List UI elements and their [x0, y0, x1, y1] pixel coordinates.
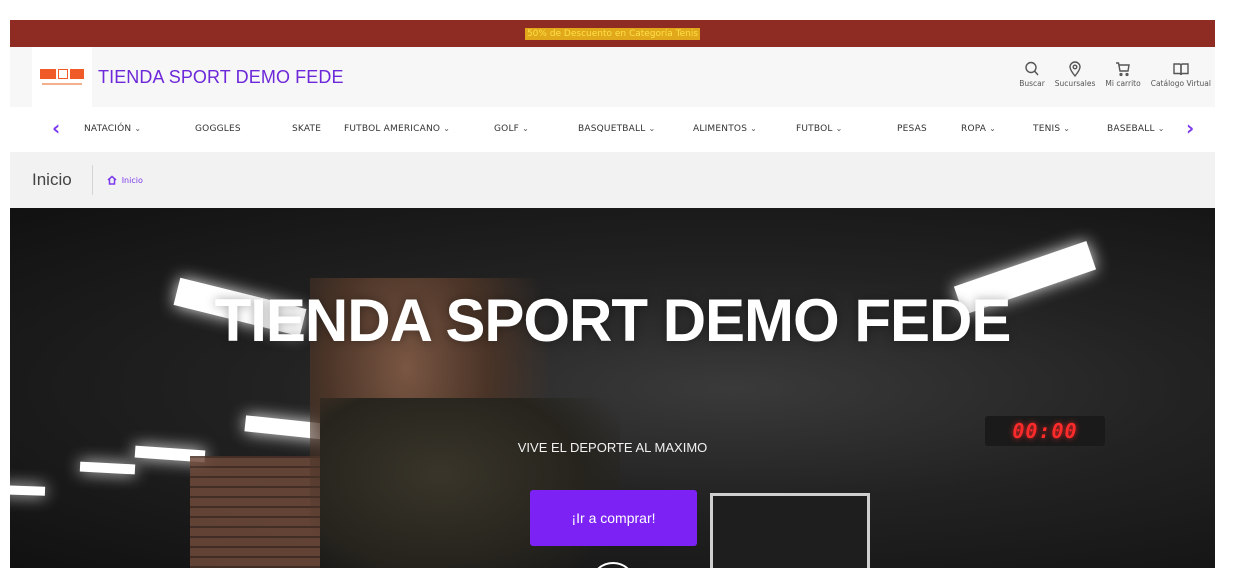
- nav-item-skate[interactable]: SKATE: [292, 124, 321, 134]
- location-pin-icon: [1069, 61, 1081, 78]
- nav-item-golf[interactable]: GOLF ⌄: [494, 124, 529, 134]
- shop-now-button[interactable]: ¡Ir a comprar!: [530, 490, 697, 546]
- nav-item-tenis[interactable]: TENIS ⌄: [1033, 124, 1070, 134]
- nav-item-futbol[interactable]: FUTBOL ⌄: [796, 124, 842, 134]
- category-nav: ‹ NATACIÓN ⌄ GOGGLES SKATE FUTBOL AMERICA…: [10, 107, 1215, 152]
- catalog-label: Catálogo Virtual: [1150, 79, 1211, 88]
- logo-mark: [40, 69, 84, 79]
- site-wrapper: 50% de Descuento en Categoría Tenis TIEN…: [10, 20, 1215, 568]
- brand-name[interactable]: TIENDA SPORT DEMO FEDE: [98, 67, 344, 88]
- promo-text[interactable]: 50% de Descuento en Categoría Tenis: [524, 27, 701, 40]
- branches-label: Sucursales: [1054, 79, 1096, 88]
- catalog-button[interactable]: Catálogo Virtual: [1151, 60, 1211, 88]
- nav-prev-chevron-icon[interactable]: ‹: [52, 118, 72, 140]
- nav-item-ropa[interactable]: ROPA ⌄: [961, 124, 996, 134]
- cart-icon: [1116, 62, 1130, 77]
- nav-item-basquetball[interactable]: BASQUETBALL ⌄: [578, 124, 655, 134]
- nav-item-label: FUTBOL AMERICANO: [344, 124, 441, 134]
- breadcrumb-divider: [91, 165, 93, 195]
- nav-item-futbol-americano[interactable]: FUTBOL AMERICANO ⌄: [344, 124, 450, 134]
- nav-item-label: GOLF: [494, 124, 520, 134]
- hero-banner: 00:00 TIENDA SPORT DEMO FEDE VIVE EL DEP…: [10, 208, 1215, 568]
- nav-item-natacion[interactable]: NATACIÓN ⌄: [84, 124, 141, 134]
- ceiling-light: [10, 485, 46, 496]
- breadcrumb-home-label: Inicio: [121, 175, 143, 185]
- chevron-down-icon: ⌄: [522, 124, 529, 133]
- breadcrumb-home-link[interactable]: Inicio: [107, 175, 143, 185]
- nav-item-label: ALIMENTOS: [693, 124, 748, 134]
- search-label: Buscar: [1019, 79, 1045, 88]
- header-tools: Buscar Sucursales Mi carrito Catálogo Vi…: [1019, 60, 1211, 88]
- promo-bar: 50% de Descuento en Categoría Tenis: [10, 20, 1215, 47]
- home-icon: [107, 175, 117, 185]
- book-icon: [1173, 63, 1189, 76]
- nav-item-label: PESAS: [897, 124, 927, 134]
- chevron-down-icon: ⌄: [989, 124, 997, 133]
- hero-title: TIENDA SPORT DEMO FEDE: [214, 287, 1012, 354]
- page-title: Inicio: [32, 170, 72, 189]
- chevron-down-icon: ⌄: [134, 124, 142, 133]
- nav-item-label: BASEBALL: [1107, 124, 1155, 134]
- gym-door: [710, 493, 870, 568]
- nav-item-goggles[interactable]: GOGGLES: [195, 124, 241, 134]
- breadcrumb: Inicio Inicio: [10, 152, 1215, 208]
- nav-item-pesas[interactable]: PESAS: [897, 124, 927, 134]
- nav-next-chevron-icon[interactable]: ›: [1186, 118, 1206, 140]
- search-button[interactable]: Buscar: [1019, 60, 1045, 88]
- cart-label: Mi carrito: [1105, 79, 1141, 88]
- nav-item-label: NATACIÓN: [84, 124, 132, 134]
- nav-item-label: ROPA: [961, 124, 987, 134]
- nav-item-label: FUTBOL: [796, 124, 833, 134]
- chevron-down-icon: ⌄: [835, 124, 843, 133]
- branches-button[interactable]: Sucursales: [1054, 60, 1096, 88]
- brick-wall: [190, 456, 320, 568]
- chevron-down-icon: ⌄: [648, 124, 656, 133]
- chevron-down-icon: ⌄: [1063, 124, 1071, 133]
- site-header: TIENDA SPORT DEMO FEDE Buscar Sucursales…: [10, 47, 1215, 107]
- hero-subtitle: VIVE EL DEPORTE AL MAXIMO: [517, 440, 708, 455]
- chevron-down-icon: ⌄: [1157, 124, 1165, 133]
- search-icon: [1025, 61, 1039, 76]
- nav-item-label: TENIS: [1033, 124, 1061, 134]
- nav-item-label: BASQUETBALL: [578, 124, 646, 134]
- chevron-down-icon: ⌄: [750, 124, 758, 133]
- nav-item-label: GOGGLES: [195, 124, 241, 134]
- site-logo[interactable]: [32, 47, 92, 107]
- nav-item-baseball[interactable]: BASEBALL ⌄: [1107, 124, 1165, 134]
- page: 50% de Descuento en Categoría Tenis TIEN…: [0, 0, 1234, 585]
- logo-tagline: [42, 83, 82, 85]
- nav-item-alimentos[interactable]: ALIMENTOS ⌄: [693, 124, 757, 134]
- cart-button[interactable]: Mi carrito: [1105, 60, 1141, 88]
- nav-item-label: SKATE: [292, 124, 322, 134]
- chevron-down-icon: ⌄: [443, 124, 451, 133]
